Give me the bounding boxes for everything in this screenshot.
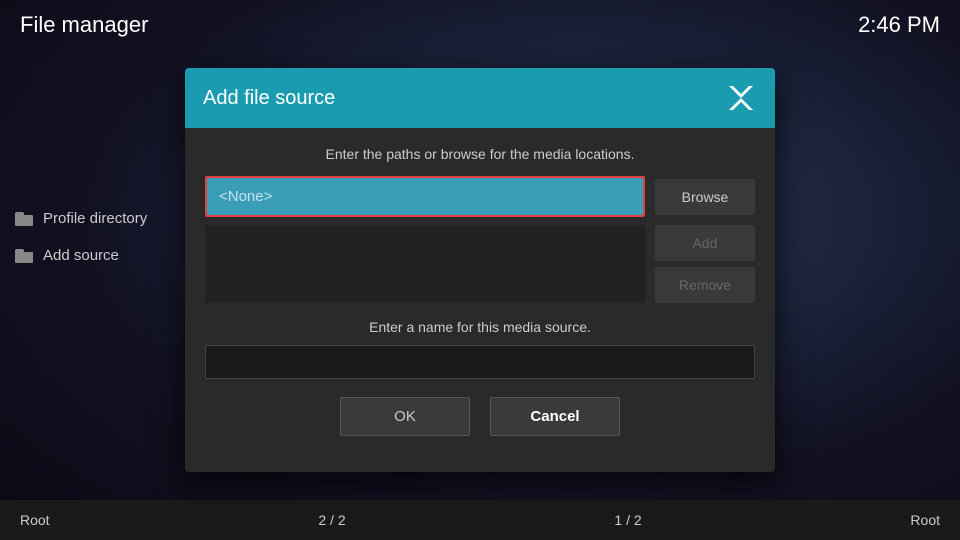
paths-description: Enter the paths or browse for the media … (205, 146, 755, 162)
dialog-body: Enter the paths or browse for the media … (185, 128, 775, 472)
add-button[interactable]: Add (655, 225, 755, 261)
ok-button[interactable]: OK (340, 397, 470, 436)
dialog-footer: OK Cancel (205, 397, 755, 454)
remove-button[interactable]: Remove (655, 267, 755, 303)
paths-area: Add Remove (205, 225, 755, 303)
cancel-button[interactable]: Cancel (490, 397, 620, 436)
dialog-header: Add file source (185, 68, 775, 128)
paths-list (205, 225, 645, 303)
source-row: Browse (205, 176, 755, 217)
name-description: Enter a name for this media source. (205, 319, 755, 335)
browse-button[interactable]: Browse (655, 179, 755, 215)
add-file-source-dialog: Add file source Enter the paths or brows… (185, 68, 775, 472)
source-path-input[interactable] (207, 178, 643, 215)
kodi-logo (725, 82, 757, 114)
media-source-name-input[interactable] (205, 345, 755, 379)
modal-overlay: Add file source Enter the paths or brows… (0, 0, 960, 540)
dialog-title: Add file source (203, 87, 335, 110)
source-input-wrapper (205, 176, 645, 217)
side-buttons: Add Remove (655, 225, 755, 303)
